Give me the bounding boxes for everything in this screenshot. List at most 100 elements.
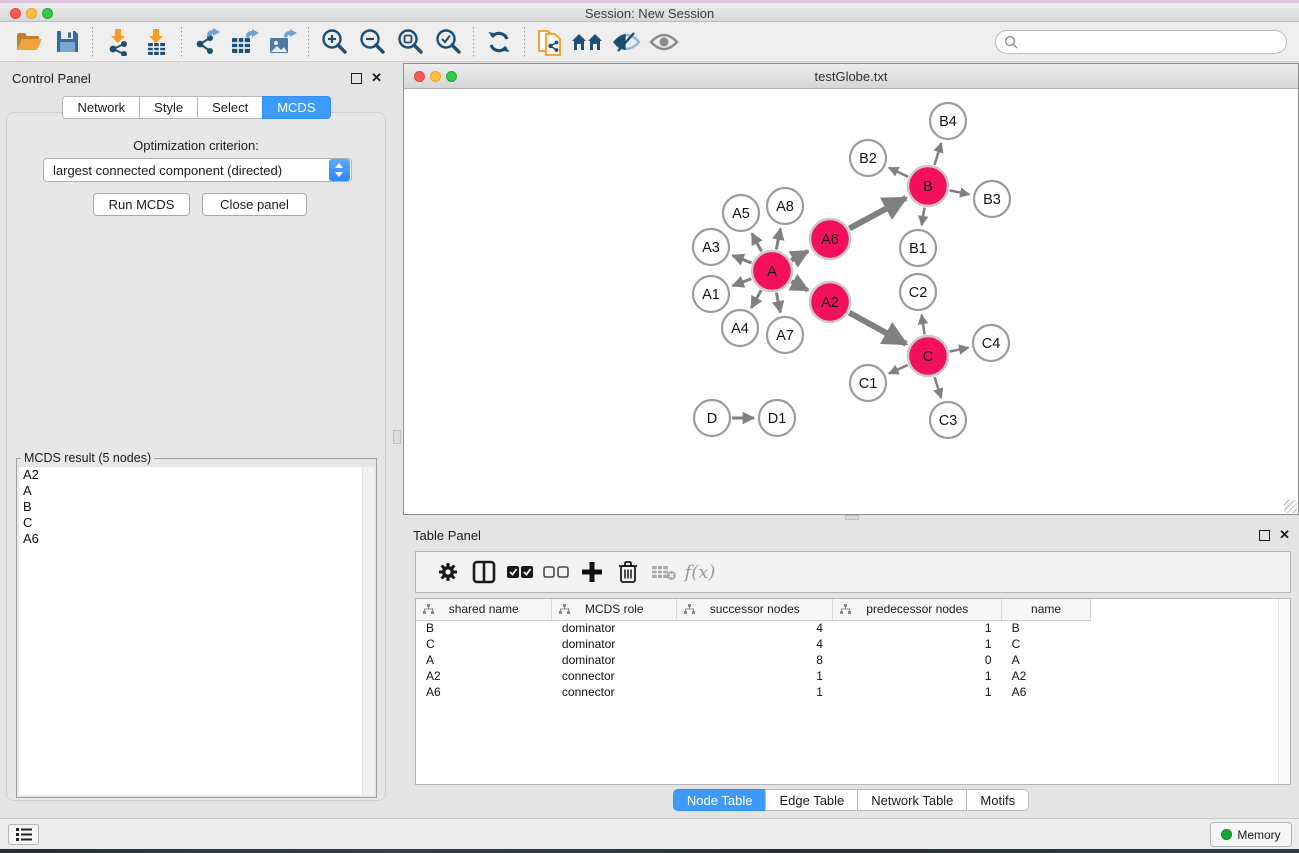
edge-B-B3[interactable]	[950, 190, 970, 194]
table-cell[interactable]: dominator	[552, 652, 677, 668]
column-header-predecessor-nodes[interactable]: predecessor nodes	[833, 599, 1002, 620]
optimization-criterion-select[interactable]: largest connected component (directed)	[43, 158, 352, 182]
mcds-result-item[interactable]: A2	[19, 467, 362, 483]
table-cell[interactable]: connector	[552, 668, 677, 684]
table-settings-button[interactable]	[430, 555, 466, 589]
node-A8[interactable]: A8	[767, 188, 803, 224]
node-B1[interactable]: B1	[900, 230, 936, 266]
edge-A-A6[interactable]	[791, 251, 808, 260]
close-panel-icon[interactable]: ✕	[1279, 527, 1290, 543]
mcds-result-item[interactable]: A6	[19, 531, 362, 547]
table-cell[interactable]: A2	[416, 668, 552, 684]
table-cell[interactable]: 1	[833, 636, 1002, 652]
column-header-shared-name[interactable]: shared name	[416, 599, 552, 620]
node-B2[interactable]: B2	[850, 140, 886, 176]
refresh-button[interactable]	[480, 25, 518, 59]
float-panel-icon[interactable]	[1259, 530, 1270, 541]
memory-button[interactable]: Memory	[1210, 822, 1292, 847]
node-B[interactable]: B	[908, 166, 948, 206]
node-A7[interactable]: A7	[767, 317, 803, 353]
open-session-button[interactable]	[10, 25, 48, 59]
create-column-button[interactable]	[574, 555, 610, 589]
table-cell[interactable]: dominator	[552, 620, 677, 636]
show-columns-button[interactable]	[466, 555, 502, 589]
tab-style[interactable]: Style	[139, 96, 197, 119]
table-cell[interactable]: 1	[833, 684, 1002, 700]
table-cell[interactable]: 4	[677, 636, 833, 652]
table-cell[interactable]: 1	[677, 684, 833, 700]
close-panel-button[interactable]: Close panel	[202, 193, 307, 216]
edge-A-A5[interactable]	[752, 233, 762, 251]
close-panel-icon[interactable]: ✕	[371, 70, 382, 86]
edge-A-A2[interactable]	[791, 281, 808, 290]
table-cell[interactable]: 1	[833, 620, 1002, 636]
edge-C-C2[interactable]	[922, 315, 925, 335]
mcds-result-list[interactable]: A2ABCA6	[19, 467, 362, 795]
table-cell[interactable]: B	[416, 620, 552, 636]
table-cell[interactable]: C	[416, 636, 552, 652]
node-A5[interactable]: A5	[723, 195, 759, 231]
table-cell[interactable]: 1	[833, 668, 1002, 684]
mcds-result-item[interactable]: A	[19, 483, 362, 499]
edge-A-A8[interactable]	[776, 229, 780, 250]
edge-C-C3[interactable]	[935, 377, 942, 398]
vertical-split-handle[interactable]	[393, 430, 401, 444]
table-cell[interactable]: 8	[677, 652, 833, 668]
edge-A-A4[interactable]	[751, 290, 761, 308]
node-B3[interactable]: B3	[974, 181, 1010, 217]
node-A4[interactable]: A4	[722, 310, 758, 346]
edge-A2-C[interactable]	[849, 313, 906, 344]
node-B4[interactable]: B4	[930, 103, 966, 139]
table-cell[interactable]: A	[416, 652, 552, 668]
edge-C-C1[interactable]	[889, 365, 908, 374]
search-input[interactable]	[1023, 35, 1263, 49]
table-cell[interactable]: 4	[677, 620, 833, 636]
task-history-button[interactable]	[8, 824, 39, 845]
column-header-name[interactable]: name	[1002, 599, 1091, 620]
node-A2[interactable]: A2	[810, 282, 850, 322]
mcds-result-scrollbar[interactable]	[362, 467, 374, 795]
node-A3[interactable]: A3	[693, 229, 729, 265]
table-cell[interactable]: connector	[552, 684, 677, 700]
edge-A-A1[interactable]	[733, 279, 752, 286]
tab-network[interactable]: Network	[62, 96, 139, 119]
new-network-from-selection-button[interactable]	[531, 25, 569, 59]
zoom-out-button[interactable]	[353, 25, 391, 59]
zoom-selected-button[interactable]	[429, 25, 467, 59]
column-header-MCDS-role[interactable]: MCDS role	[552, 599, 677, 620]
zoom-fit-button[interactable]	[391, 25, 429, 59]
table-cell[interactable]: 0	[833, 652, 1002, 668]
delete-column-button[interactable]	[610, 555, 646, 589]
table-row[interactable]: Bdominator41B	[416, 620, 1091, 636]
edge-A-A3[interactable]	[732, 255, 751, 263]
node-C3[interactable]: C3	[930, 402, 966, 438]
table-cell[interactable]: dominator	[552, 636, 677, 652]
edge-A-A7[interactable]	[776, 293, 780, 313]
table-row[interactable]: Cdominator41C	[416, 636, 1091, 652]
show-all-button[interactable]	[645, 25, 683, 59]
import-table-button[interactable]	[137, 25, 175, 59]
table-row[interactable]: A2connector11A2	[416, 668, 1091, 684]
first-neighbors-button[interactable]	[569, 25, 607, 59]
table-row[interactable]: Adominator80A	[416, 652, 1091, 668]
tab-select[interactable]: Select	[197, 96, 262, 119]
export-network-button[interactable]	[188, 25, 226, 59]
node-D[interactable]: D	[694, 400, 730, 436]
tab-mcds[interactable]: MCDS	[262, 96, 330, 119]
table-cell[interactable]: C	[1002, 636, 1091, 652]
table-cell[interactable]: A	[1002, 652, 1091, 668]
mcds-result-item[interactable]: C	[19, 515, 362, 531]
node-C4[interactable]: C4	[973, 325, 1009, 361]
edge-B-B1[interactable]	[922, 208, 925, 226]
tab-edge-table[interactable]: Edge Table	[765, 789, 857, 811]
tab-node-table[interactable]: Node Table	[673, 789, 766, 811]
float-panel-icon[interactable]	[351, 73, 362, 84]
edge-C-C4[interactable]	[950, 348, 969, 352]
edge-B-B2[interactable]	[889, 168, 908, 177]
deselect-all-button[interactable]	[538, 555, 574, 589]
search-field[interactable]	[995, 30, 1287, 54]
tab-motifs[interactable]: Motifs	[966, 789, 1029, 811]
mcds-result-item[interactable]: B	[19, 499, 362, 515]
edge-B-B4[interactable]	[934, 143, 941, 165]
table-cell[interactable]: A6	[416, 684, 552, 700]
